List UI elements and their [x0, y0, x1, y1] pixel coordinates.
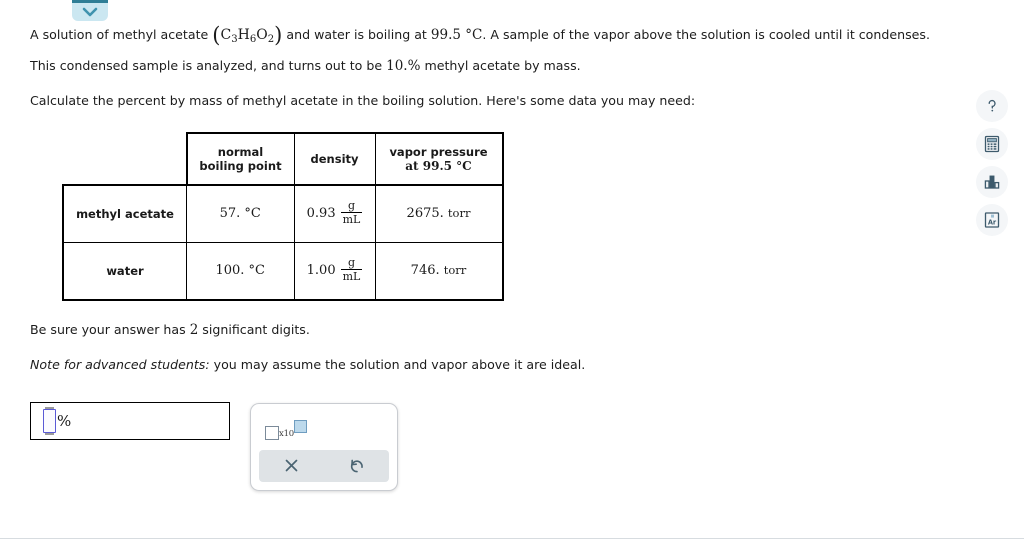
vp-value-methyl-acetate: 2675.: [406, 206, 444, 222]
formula-h: H: [237, 27, 250, 43]
header-bp-line1: normal: [217, 144, 264, 159]
bottom-divider: [0, 538, 1024, 539]
undo-button[interactable]: [324, 450, 389, 482]
header-boiling-point: normal boiling point: [185, 131, 295, 186]
cell-density-methyl-acetate: 0.93 g mL: [293, 184, 376, 243]
density-numerator: g: [347, 199, 355, 213]
undo-icon: [349, 458, 365, 474]
formula-o: O: [256, 27, 268, 43]
help-icon: [983, 97, 1001, 115]
density-value-methyl-acetate: 0.93: [306, 206, 336, 222]
sigfig-suffix: significant digits.: [202, 321, 310, 337]
answer-area: % x10: [30, 401, 940, 491]
table-row: methyl acetate 57. °C 0.93 g mL 2675. torr: [62, 183, 504, 243]
chemical-formula: C3H6O2: [220, 27, 274, 45]
data-table-wrapper: normal boiling point density vapor press…: [62, 131, 940, 301]
formula-c: C: [220, 27, 232, 43]
vp-value-water: 746.: [410, 263, 440, 279]
boiling-temperature: 99.5 °C: [430, 27, 483, 43]
sigfig-digits: 2: [189, 321, 199, 338]
density-denominator: mL: [340, 212, 363, 227]
close-icon: [284, 458, 299, 473]
problem-statement: A solution of methyl acetate (C3H6O2) an…: [30, 22, 940, 79]
header-vapor-pressure: vapor pressure at 99.5 °C: [374, 131, 504, 186]
scientific-notation-button[interactable]: x10: [265, 419, 308, 440]
vp-unit-water: torr: [443, 263, 467, 278]
table-corner-cell: [63, 133, 187, 185]
problem-question: Calculate the percent by mass of methyl …: [30, 92, 696, 108]
header-bp-line2: boiling point: [199, 158, 282, 173]
answer-unit: %: [57, 411, 72, 430]
math-input-cursor[interactable]: [43, 406, 56, 435]
collapse-panel-tab[interactable]: [72, 0, 108, 21]
cell-density-water: 1.00 g mL: [293, 241, 376, 301]
scientific-notation-label: x10: [279, 428, 295, 439]
problem-content: A solution of methyl acetate (C3H6O2) an…: [30, 22, 940, 491]
clear-button[interactable]: [259, 450, 324, 482]
vapor-percent-value: 10.%: [386, 57, 421, 74]
mantissa-placeholder-icon: [265, 425, 279, 440]
advanced-note-label: Note for advanced students:: [30, 356, 210, 372]
cell-vp-water: 746. torr: [374, 241, 504, 301]
density-unit-fraction: g mL: [340, 199, 363, 227]
palette-action-bar: [259, 449, 389, 482]
problem-text-d: methyl acetate by mass.: [424, 57, 581, 73]
row-label-water: water: [62, 241, 187, 301]
cell-bp-water: 100. °C: [186, 241, 295, 301]
chart-button[interactable]: [976, 166, 1008, 198]
answer-input[interactable]: %: [30, 401, 230, 440]
palette-top-row: x10: [251, 404, 397, 450]
calculator-icon: [983, 135, 1001, 153]
exponent-placeholder-icon: [294, 419, 308, 433]
advanced-note-text: you may assume the solution and vapor ab…: [213, 356, 586, 372]
sigfig-prefix: Be sure your answer has: [30, 321, 186, 337]
density-unit-fraction: g mL: [340, 256, 363, 284]
bar-chart-icon: [983, 173, 1001, 191]
math-tool-palette: x10: [250, 402, 398, 491]
header-density-line1: density: [310, 151, 359, 166]
formula-close-paren: ): [274, 23, 283, 47]
tools-rail: Ar: [976, 90, 1008, 236]
cell-bp-methyl-acetate: 57. °C: [186, 184, 295, 243]
problem-text-a: A solution of methyl acetate: [30, 27, 209, 42]
svg-text:Ar: Ar: [988, 218, 997, 226]
calculator-button[interactable]: [976, 128, 1008, 160]
cell-vp-methyl-acetate: 2675. torr: [374, 184, 504, 243]
advanced-note: Note for advanced students: you may assu…: [30, 352, 940, 378]
header-vp-line2: at 99.5 °C: [405, 158, 472, 173]
chevron-down-icon: [82, 7, 98, 17]
table-header-row: normal boiling point density vapor press…: [63, 131, 504, 186]
periodic-table-icon: Ar: [983, 211, 1001, 229]
formula-open-paren: (: [212, 23, 221, 47]
problem-text-b: and water is boiling at: [286, 27, 427, 42]
significant-digits-note: Be sure your answer has 2 significant di…: [30, 317, 940, 343]
vp-unit-methyl-acetate: torr: [447, 206, 471, 221]
header-density: density: [293, 131, 376, 186]
help-button[interactable]: [976, 90, 1008, 122]
density-numerator: g: [347, 256, 355, 270]
periodic-table-button[interactable]: Ar: [976, 204, 1008, 236]
table-row: water 100. °C 1.00 g mL 746. torr: [62, 241, 504, 301]
density-value-water: 1.00: [306, 263, 336, 279]
header-vp-line1: vapor pressure: [389, 144, 488, 159]
density-denominator: mL: [340, 269, 363, 284]
row-label-methyl-acetate: methyl acetate: [62, 183, 187, 243]
properties-table: normal boiling point density vapor press…: [62, 131, 504, 301]
